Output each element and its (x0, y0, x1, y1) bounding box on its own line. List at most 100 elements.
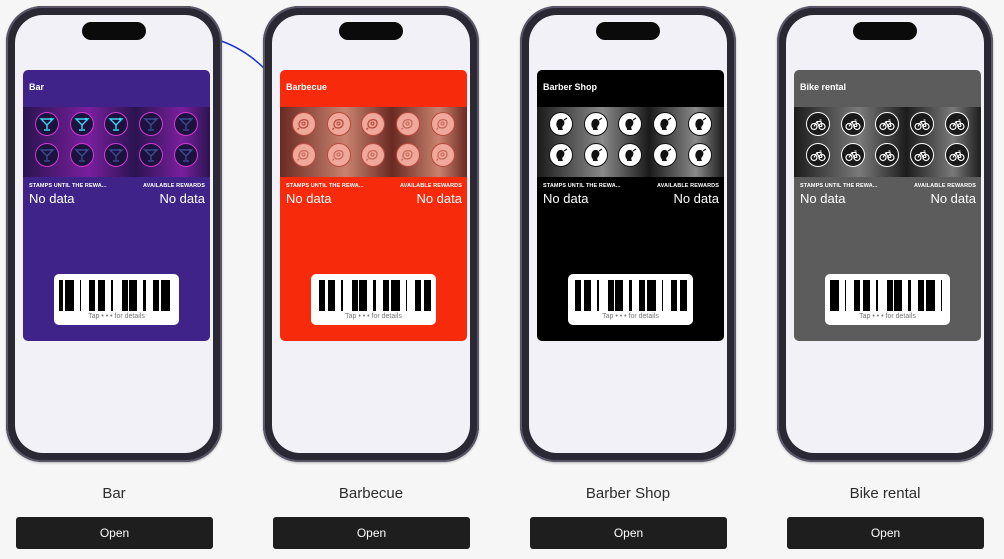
stamp-slot (326, 143, 351, 167)
bicycle-icon (810, 150, 826, 162)
stamp-slot (430, 112, 455, 136)
available-rewards-label: AVAILABLE REWARDS (657, 183, 719, 189)
tap-for-details-hint: Tap • • • for details (88, 313, 145, 320)
loyalty-pass[interactable]: Barbecue STAMPS UNTIL THE REWA... AVAILA… (280, 70, 467, 341)
barber-head-icon (625, 117, 637, 130)
card-column-bar: Bar STAMPS UNTIL THE REWA... AVAILABLE R… (6, 0, 226, 559)
stamp-slot (944, 143, 969, 167)
dynamic-island (596, 22, 660, 40)
barcode-icon (575, 280, 687, 311)
bicycle-icon (949, 119, 965, 131)
meat-icon (366, 118, 379, 130)
stamp-slot (653, 143, 678, 167)
phone-screen: Barbecue STAMPS UNTIL THE REWA... AVAILA… (272, 15, 470, 453)
barber-head-icon (660, 148, 672, 161)
stamp-slot (549, 143, 574, 167)
stamp-slot (910, 112, 935, 136)
stamp-slot (430, 143, 455, 167)
meat-icon (435, 149, 448, 161)
stamp-grid (544, 112, 717, 167)
stamp-strip (794, 107, 981, 177)
stamps-until-reward-label: STAMPS UNTIL THE REWA... (29, 183, 107, 189)
phone-screen: Barber Shop STAMPS UNTIL THE REWA... AVA… (529, 15, 727, 453)
loyalty-pass[interactable]: Bar STAMPS UNTIL THE REWA... AVAILABLE R… (23, 70, 210, 341)
stamp-slot (875, 112, 900, 136)
barber-head-icon (591, 117, 603, 130)
barcode-icon (830, 280, 942, 311)
card-column-barbecue: Barbecue STAMPS UNTIL THE REWA... AVAILA… (263, 0, 483, 559)
card-caption: Barbecue (338, 485, 404, 502)
stamp-slot (840, 143, 865, 167)
cocktail-icon (177, 117, 194, 131)
stamp-slot (875, 143, 900, 167)
stamp-slot (361, 143, 386, 167)
barber-head-icon (695, 148, 707, 161)
cocktail-icon (39, 117, 55, 131)
stamp-slot (396, 143, 421, 167)
open-button[interactable]: Open (273, 517, 470, 549)
barcode-icon (59, 280, 170, 311)
open-button[interactable]: Open (787, 517, 984, 549)
stamp-slot (944, 112, 969, 136)
stamp-slot (840, 112, 865, 136)
meat-icon (297, 149, 309, 161)
barber-head-icon (695, 117, 707, 130)
phone-frame: Barbecue STAMPS UNTIL THE REWA... AVAILA… (263, 6, 479, 462)
pass-title: Bar (29, 82, 45, 92)
dynamic-island (339, 22, 403, 40)
stamp-slot (618, 143, 643, 167)
cocktail-icon (143, 148, 159, 162)
stamp-slot (69, 112, 94, 136)
open-button[interactable]: Open (530, 517, 727, 549)
stamp-slot (292, 143, 317, 167)
stamps-until-reward-value: No data (286, 191, 332, 206)
stamp-slot (139, 143, 164, 167)
stamp-slot (35, 143, 60, 167)
stamp-slot (806, 112, 831, 136)
phone-frame: Bike rental STAMPS UNTIL THE REWA... AVA… (777, 6, 993, 462)
available-rewards-label: AVAILABLE REWARDS (400, 183, 462, 189)
loyalty-pass[interactable]: Barber Shop STAMPS UNTIL THE REWA... AVA… (537, 70, 724, 341)
barber-head-icon (556, 148, 568, 161)
stamp-slot (687, 112, 712, 136)
meat-icon (297, 118, 309, 130)
meat-icon (435, 118, 448, 130)
cocktail-icon (108, 148, 125, 162)
stamp-slot (104, 112, 129, 136)
meat-icon (401, 149, 413, 161)
stamp-slot (69, 143, 94, 167)
stamp-slot (292, 112, 317, 136)
bicycle-icon (845, 119, 861, 131)
card-column-barber-shop: Barber Shop STAMPS UNTIL THE REWA... AVA… (520, 0, 740, 559)
barcode-box: Tap • • • for details (311, 274, 436, 325)
barber-head-icon (591, 148, 603, 161)
stamp-slot (910, 143, 935, 167)
tap-for-details-hint: Tap • • • for details (859, 313, 916, 320)
open-button[interactable]: Open (16, 517, 213, 549)
stamp-strip (280, 107, 467, 177)
stamp-slot (104, 143, 129, 167)
stamp-slot (806, 143, 831, 167)
stamps-until-reward-label: STAMPS UNTIL THE REWA... (800, 183, 878, 189)
card-caption: Barber Shop (585, 485, 671, 502)
card-caption: Bar (102, 485, 126, 502)
barcode-box: Tap • • • for details (54, 274, 179, 325)
barber-head-icon (625, 148, 637, 161)
meat-icon (401, 118, 413, 130)
stamp-slot (326, 112, 351, 136)
pass-title: Barber Shop (543, 82, 598, 92)
barber-head-icon (660, 117, 672, 130)
meat-icon (331, 118, 344, 130)
stamp-slot (361, 112, 386, 136)
cocktail-icon (177, 148, 194, 162)
tap-for-details-hint: Tap • • • for details (345, 313, 402, 320)
cocktail-icon (74, 148, 90, 162)
stamps-until-reward-value: No data (543, 191, 589, 206)
stamp-grid (30, 112, 203, 167)
loyalty-pass[interactable]: Bike rental STAMPS UNTIL THE REWA... AVA… (794, 70, 981, 341)
cocktail-icon (74, 117, 90, 131)
stamp-strip (537, 107, 724, 177)
bicycle-icon (879, 119, 896, 131)
dynamic-island (82, 22, 146, 40)
stamp-slot (35, 112, 60, 136)
